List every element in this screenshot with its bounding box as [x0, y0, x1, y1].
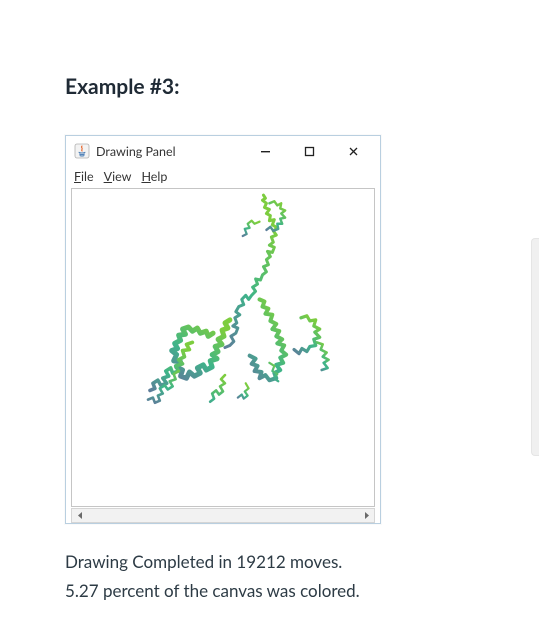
- close-button[interactable]: [334, 140, 372, 162]
- scroll-left-arrow-icon[interactable]: [72, 509, 88, 522]
- window-titlebar: Drawing Panel: [66, 136, 380, 166]
- document-content: Example #3: Drawing Panel: [0, 0, 540, 606]
- result-caption: Drawing Completed in 19212 moves. 5.27 p…: [65, 548, 540, 606]
- minimize-button[interactable]: [246, 140, 284, 162]
- menu-file[interactable]: File: [74, 169, 94, 184]
- menu-view[interactable]: View: [104, 169, 132, 184]
- canvas-container: [66, 188, 380, 523]
- drawing-panel-window: Drawing Panel File View Help: [65, 135, 381, 524]
- scroll-right-arrow-icon[interactable]: [358, 509, 374, 522]
- window-title: Drawing Panel: [96, 144, 176, 159]
- caption-percent: 5.27 percent of the canvas was colored.: [65, 577, 540, 606]
- example-heading: Example #3:: [65, 74, 540, 99]
- menu-help[interactable]: Help: [141, 169, 167, 184]
- maximize-button[interactable]: [290, 140, 328, 162]
- menubar: File View Help: [66, 166, 380, 188]
- page-scroll-indicator: [531, 238, 539, 456]
- scroll-track[interactable]: [88, 509, 358, 522]
- horizontal-scrollbar[interactable]: [71, 508, 375, 523]
- drawing-canvas: [71, 188, 375, 507]
- java-app-icon: [74, 143, 90, 159]
- caption-moves: Drawing Completed in 19212 moves.: [65, 548, 540, 577]
